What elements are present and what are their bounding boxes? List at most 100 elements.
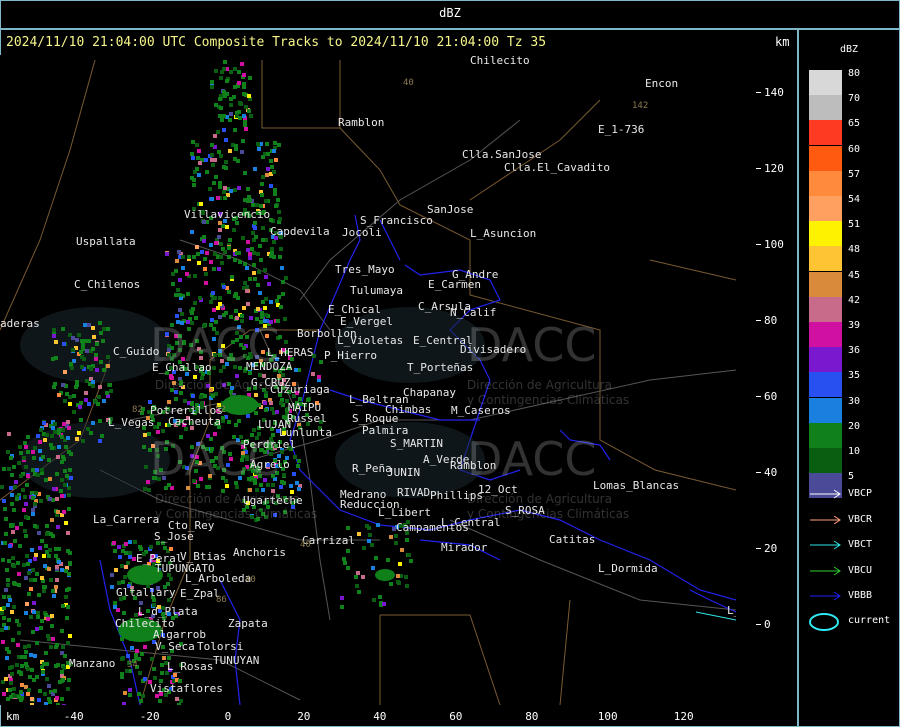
radar-echo	[263, 306, 267, 310]
radar-echo	[183, 399, 187, 403]
place-label: L_d_Plata	[138, 605, 198, 618]
radar-echo	[219, 76, 223, 80]
radar-echo	[138, 545, 142, 549]
radar-echo	[84, 398, 88, 402]
road-number: 40	[403, 78, 414, 88]
radar-echo	[248, 252, 252, 256]
radar-echo	[396, 580, 400, 584]
radar-echo	[319, 360, 323, 364]
radar-echo	[266, 152, 270, 156]
watermark-text: Dirección de Agricultura	[467, 378, 612, 392]
radar-echo	[2, 499, 6, 503]
radar-echo	[32, 610, 36, 614]
scale-swatch	[809, 145, 842, 171]
radar-echo	[67, 678, 71, 682]
radar-echo	[191, 394, 195, 398]
radar-echo	[32, 601, 36, 605]
radar-echo	[98, 419, 102, 423]
radar-echo	[72, 410, 76, 414]
radar-echo	[253, 277, 257, 281]
radar-echo	[82, 357, 86, 361]
radar-echo	[264, 297, 268, 301]
radar-echo	[24, 445, 28, 449]
radar-echo	[362, 546, 366, 550]
radar-echo	[50, 518, 54, 522]
radar-echo	[243, 281, 247, 285]
radar-echo	[68, 402, 72, 406]
radar-echo	[9, 486, 13, 490]
radar-echo	[213, 134, 217, 138]
y-tick-label: 100	[764, 238, 784, 251]
radar-echo	[32, 678, 36, 682]
radar-echo	[2, 606, 6, 610]
radar-echo	[149, 545, 153, 549]
radar-echo	[60, 629, 64, 633]
place-label: T_Porteñas	[407, 361, 474, 374]
radar-echo	[386, 558, 390, 562]
radar-echo	[57, 393, 61, 397]
radar-echo	[405, 584, 409, 588]
radar-echo	[197, 261, 201, 265]
radar-echo	[240, 62, 244, 66]
radar-echo	[24, 515, 28, 519]
radar-echo	[254, 393, 258, 397]
radar-echo	[39, 499, 43, 503]
place-label: Ugarteche	[243, 494, 303, 507]
radar-echo	[66, 531, 70, 535]
radar-echo	[284, 276, 288, 280]
radar-echo	[378, 595, 382, 599]
radar-echo	[296, 464, 300, 468]
radar-echo	[78, 405, 82, 409]
radar-echo	[53, 689, 57, 693]
radar-echo	[280, 266, 284, 270]
radar-echo	[279, 305, 283, 309]
radar-echo	[123, 575, 127, 579]
radar-echo	[346, 526, 350, 530]
place-label: MENDOZA	[246, 360, 293, 373]
radar-echo	[4, 626, 8, 630]
radar-echo	[260, 182, 264, 186]
radar-echo	[9, 681, 13, 685]
radar-echo	[356, 571, 360, 575]
radar-echo	[44, 478, 48, 482]
radar-echo	[8, 688, 12, 692]
radar-echo	[275, 410, 279, 414]
radar-echo	[239, 102, 243, 106]
place-label: P_Hierro	[324, 349, 377, 362]
radar-echo	[67, 450, 71, 454]
radar-echo	[222, 67, 226, 71]
radar-echo	[62, 704, 66, 705]
radar-echo	[62, 457, 66, 461]
y-tick-label: 120	[764, 162, 784, 175]
radar-echo	[174, 293, 178, 297]
radar-echo	[10, 502, 14, 506]
radar-echo	[0, 485, 4, 489]
radar-echo	[208, 187, 212, 191]
radar-map[interactable]: DACC DACC DACC DACC Dirección de Agricultura…	[0, 55, 736, 705]
radar-echo	[214, 69, 218, 73]
y-tick-mark	[756, 320, 761, 321]
radar-echo	[257, 147, 261, 151]
radar-echo	[267, 282, 271, 286]
radar-echo	[223, 196, 227, 200]
radar-echo	[190, 152, 194, 156]
radar-echo	[75, 338, 79, 342]
radar-echo	[24, 534, 28, 538]
radar-echo	[59, 489, 63, 493]
radar-echo	[6, 697, 10, 701]
radar-echo	[31, 568, 35, 572]
radar-echo	[36, 611, 40, 615]
radar-echo	[91, 347, 95, 351]
radar-echo	[191, 156, 195, 160]
radar-echo	[255, 203, 259, 207]
radar-echo	[4, 588, 8, 592]
radar-echo	[64, 595, 68, 599]
radar-echo	[63, 654, 67, 658]
radar-echo	[251, 203, 255, 207]
radar-echo	[243, 198, 247, 202]
radar-echo	[42, 421, 46, 425]
radar-echo	[234, 423, 238, 427]
radar-echo	[200, 250, 204, 254]
radar-echo	[190, 176, 194, 180]
radar-echo	[270, 165, 274, 169]
